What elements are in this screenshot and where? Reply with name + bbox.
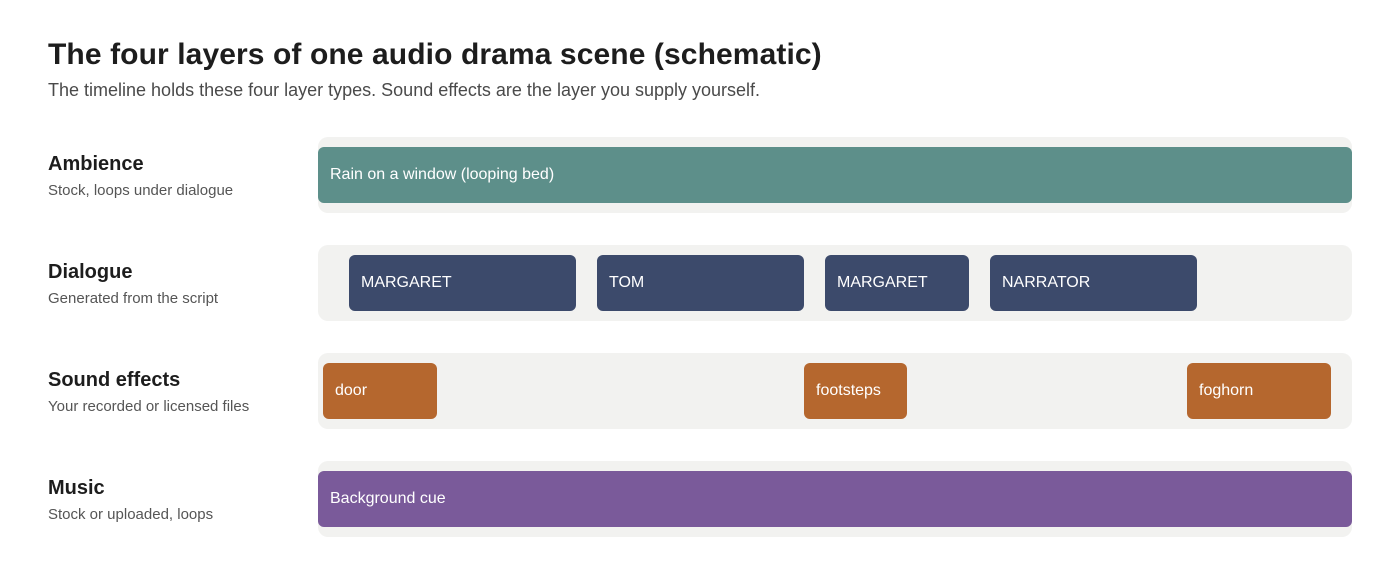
layer-sound-effects: Sound effects Your recorded or licensed … (0, 353, 1400, 429)
dialogue-clip-narrator[interactable]: NARRATOR (990, 255, 1197, 311)
ambience-clip[interactable]: Rain on a window (looping bed) (318, 147, 1352, 203)
layer-label: Sound effects Your recorded or licensed … (48, 369, 308, 415)
layer-label: Music Stock or uploaded, loops (48, 477, 308, 523)
layer-label: Dialogue Generated from the script (48, 261, 308, 307)
sfx-clip-footsteps[interactable]: footsteps (804, 363, 907, 419)
sound-effects-track: door footsteps foghorn (318, 353, 1352, 429)
dialogue-clip-margaret[interactable]: MARGARET (349, 255, 576, 311)
layer-name: Music (48, 477, 105, 499)
page-title: The four layers of one audio drama scene… (48, 38, 822, 71)
layer-description: Your recorded or licensed files (48, 398, 250, 415)
sfx-clip-foghorn[interactable]: foghorn (1187, 363, 1331, 419)
layer-name: Sound effects (48, 369, 181, 391)
music-clip[interactable]: Background cue (318, 471, 1352, 527)
layer-music: Music Stock or uploaded, loops Backgroun… (0, 461, 1400, 537)
ambience-track: Rain on a window (looping bed) (318, 137, 1352, 213)
layer-name: Dialogue (48, 261, 133, 283)
layer-name: Ambience (48, 153, 144, 175)
dialogue-clip-margaret[interactable]: MARGARET (825, 255, 969, 311)
music-track: Background cue (318, 461, 1352, 537)
layer-dialogue: Dialogue Generated from the script MARGA… (0, 245, 1400, 321)
diagram-page: The four layers of one audio drama scene… (0, 0, 1400, 580)
page-subtitle: The timeline holds these four layer type… (48, 80, 761, 100)
layer-ambience: Ambience Stock, loops under dialogue Rai… (0, 137, 1400, 213)
layer-description: Generated from the script (48, 290, 219, 307)
layer-description: Stock or uploaded, loops (48, 506, 214, 523)
dialogue-track: MARGARET TOM MARGARET NARRATOR (318, 245, 1352, 321)
layer-label: Ambience Stock, loops under dialogue (48, 153, 308, 199)
layer-description: Stock, loops under dialogue (48, 182, 234, 199)
dialogue-clip-tom[interactable]: TOM (597, 255, 804, 311)
sfx-clip-door[interactable]: door (323, 363, 437, 419)
